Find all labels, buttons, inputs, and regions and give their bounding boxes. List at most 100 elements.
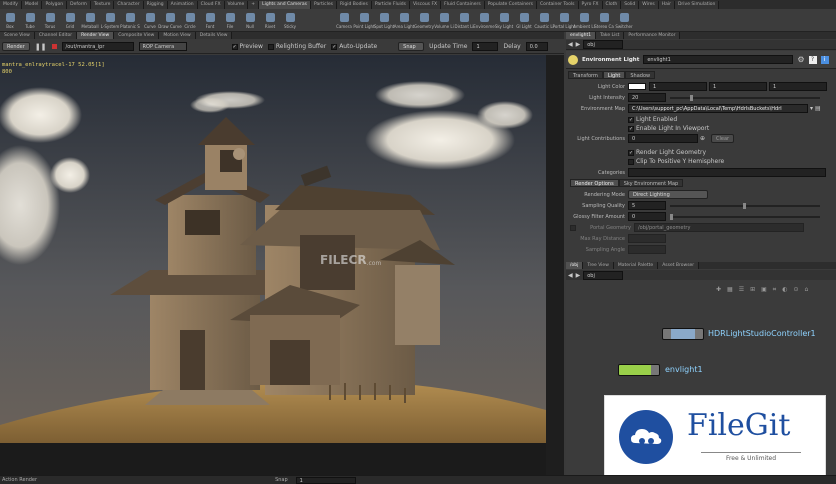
color-icon[interactable]: ◐ <box>782 286 787 294</box>
left-panel-tab[interactable]: Channel Editor <box>34 32 78 39</box>
render-button[interactable]: Render <box>2 42 30 51</box>
shelf-tab[interactable]: Drive Simulation <box>674 0 720 9</box>
shelf-tool[interactable]: Stereo Ca <box>594 9 614 31</box>
enable-viewport-checkbox[interactable]: ✓ <box>628 125 634 132</box>
light-color-swatch[interactable] <box>628 83 646 90</box>
clip-checkbox[interactable] <box>628 158 634 165</box>
shelf-tab[interactable]: Fluid Containers <box>441 0 485 9</box>
shelf-tool[interactable]: Volume Li <box>434 9 454 31</box>
shelf-tab[interactable]: Populate Containers <box>484 0 538 9</box>
file-browse-icon[interactable]: ▤ <box>815 105 821 112</box>
right-panel-tab[interactable]: envlight1 <box>566 32 597 39</box>
hdr-controller-node[interactable] <box>662 328 704 340</box>
shelf-tool[interactable]: Environme <box>473 9 495 31</box>
output-driver-field[interactable]: /out/mantra_ipr <box>61 42 134 51</box>
dropdown-icon[interactable]: ▾ <box>810 105 813 112</box>
left-panel-tab[interactable]: Scene View <box>0 32 35 39</box>
camera-select[interactable]: ROP Camera <box>138 42 187 51</box>
light-color-r[interactable]: 1 <box>649 82 707 91</box>
shelf-tool[interactable]: Grid <box>60 9 80 31</box>
stop-icon[interactable] <box>51 44 57 49</box>
shelf-tab[interactable]: Particle Fluids <box>371 0 411 9</box>
delay-field[interactable]: 0.0 <box>525 42 548 51</box>
param-tab[interactable]: Light <box>602 71 626 79</box>
shelf-tab[interactable]: Cloth <box>602 0 622 9</box>
pause-icon[interactable]: ❚❚ <box>35 43 47 51</box>
portal-geometry-field[interactable]: /obj/portal_geometry <box>634 223 804 232</box>
clear-button[interactable]: Clear <box>711 134 735 143</box>
right-panel-tab[interactable]: Performance Monitor <box>624 32 681 39</box>
shelf-tool[interactable]: Tube <box>20 9 40 31</box>
sampling-angle-field[interactable] <box>628 245 666 254</box>
shelf-tool[interactable]: Draw Curve <box>158 9 182 31</box>
info-icon[interactable]: i <box>820 55 829 64</box>
slider-handle[interactable] <box>690 94 693 101</box>
help-icon[interactable]: ? <box>808 55 817 64</box>
shelf-tab[interactable]: Solid <box>621 0 640 9</box>
shelf-tool[interactable]: Metaball <box>80 9 100 31</box>
shelf-tab[interactable]: Polygon <box>42 0 68 9</box>
grid-icon[interactable]: ▦ <box>727 286 733 294</box>
light-enabled-checkbox[interactable]: ✓ <box>628 116 634 123</box>
categories-field[interactable] <box>628 168 826 177</box>
param-tab[interactable]: Shadow <box>625 71 656 79</box>
param-path-field[interactable]: obj <box>583 40 624 49</box>
shelf-tool[interactable]: Point Light <box>353 9 375 31</box>
render-sub-tab[interactable]: Render Options <box>570 179 619 187</box>
network-tab[interactable]: /obj <box>566 262 584 269</box>
shelf-tool[interactable]: GI Light <box>514 9 534 31</box>
back-icon[interactable]: ◀ <box>568 272 573 279</box>
shelf-tab[interactable]: Wires <box>639 0 659 9</box>
shelf-tab[interactable]: Deform <box>67 0 91 9</box>
shelf-tool[interactable]: Curve <box>140 9 160 31</box>
light-color-b[interactable]: 1 <box>769 82 827 91</box>
slider-handle[interactable] <box>670 213 673 220</box>
shelf-tool[interactable]: Sky Light <box>494 9 514 31</box>
gear-icon[interactable]: ⚙ <box>797 55 804 64</box>
auto-update-checkbox[interactable]: ✓ Auto-Update <box>331 43 377 50</box>
shelf-tab[interactable]: Character <box>114 0 144 9</box>
shelf-tool[interactable]: Box <box>0 9 20 31</box>
render-sub-tab[interactable]: Sky Environment Map <box>618 179 684 187</box>
list-icon[interactable]: ☰ <box>739 286 744 294</box>
shelf-tool[interactable]: Spot Light <box>374 9 394 31</box>
add-icon[interactable]: ✚ <box>716 286 721 294</box>
shelf-tool[interactable]: Rivet <box>260 9 280 31</box>
shelf-tool[interactable]: Distant Li <box>454 9 474 31</box>
shelf-tab[interactable]: Texture <box>90 0 115 9</box>
network-tab[interactable]: Asset Browser <box>658 262 700 269</box>
sampling-quality-field[interactable]: 5 <box>628 201 666 210</box>
node-name-field[interactable]: envlight1 <box>643 55 794 64</box>
shelf-tool[interactable]: Switcher <box>614 9 634 31</box>
glossy-filter-field[interactable]: 0 <box>628 212 666 221</box>
update-time-field[interactable]: 1 <box>472 42 499 51</box>
plus-icon[interactable]: ⊕ <box>700 135 705 142</box>
snap-icon[interactable]: ⌗ <box>773 286 776 294</box>
network-tab[interactable]: Tree View <box>583 262 614 269</box>
left-panel-tab[interactable]: Render View <box>77 32 115 39</box>
tree-icon[interactable]: ⊞ <box>750 286 755 294</box>
portal-checkbox[interactable] <box>570 224 576 231</box>
shelf-tab[interactable]: Cloud FX <box>197 0 225 9</box>
light-intensity-slider[interactable] <box>670 94 820 101</box>
shelf-tab[interactable]: Rigid Bodies <box>336 0 372 9</box>
shelf-tool[interactable]: Caustic Li <box>534 9 554 31</box>
shelf-tool[interactable]: Torus <box>40 9 60 31</box>
left-panel-tab[interactable]: Motion View <box>159 32 196 39</box>
light-contributions-field[interactable]: 0 <box>628 134 698 143</box>
light-color-g[interactable]: 1 <box>709 82 767 91</box>
shelf-tool[interactable]: Font <box>200 9 220 31</box>
rendering-mode-select[interactable]: Direct Lighting <box>628 190 708 199</box>
network-path-field[interactable]: obj <box>583 270 624 280</box>
shelf-tool[interactable]: Geometry <box>414 9 434 31</box>
network-tab[interactable]: Material Palette <box>613 262 659 269</box>
shelf-tool[interactable]: Camera <box>334 9 354 31</box>
env-map-field[interactable]: C:\Users\support_pc\AppData\Local\Temp\H… <box>628 104 808 113</box>
shelf-tab[interactable]: Hair <box>658 0 675 9</box>
right-panel-tab[interactable]: Take List <box>596 32 625 39</box>
relighting-checkbox[interactable]: Relighting Buffer <box>267 43 326 50</box>
shelf-tab[interactable]: Viscous FX <box>410 0 442 9</box>
shelf-tab[interactable]: Particles <box>310 0 337 9</box>
shelf-tab[interactable]: Rigging <box>143 0 168 9</box>
home-icon[interactable]: ⌂ <box>804 286 808 294</box>
